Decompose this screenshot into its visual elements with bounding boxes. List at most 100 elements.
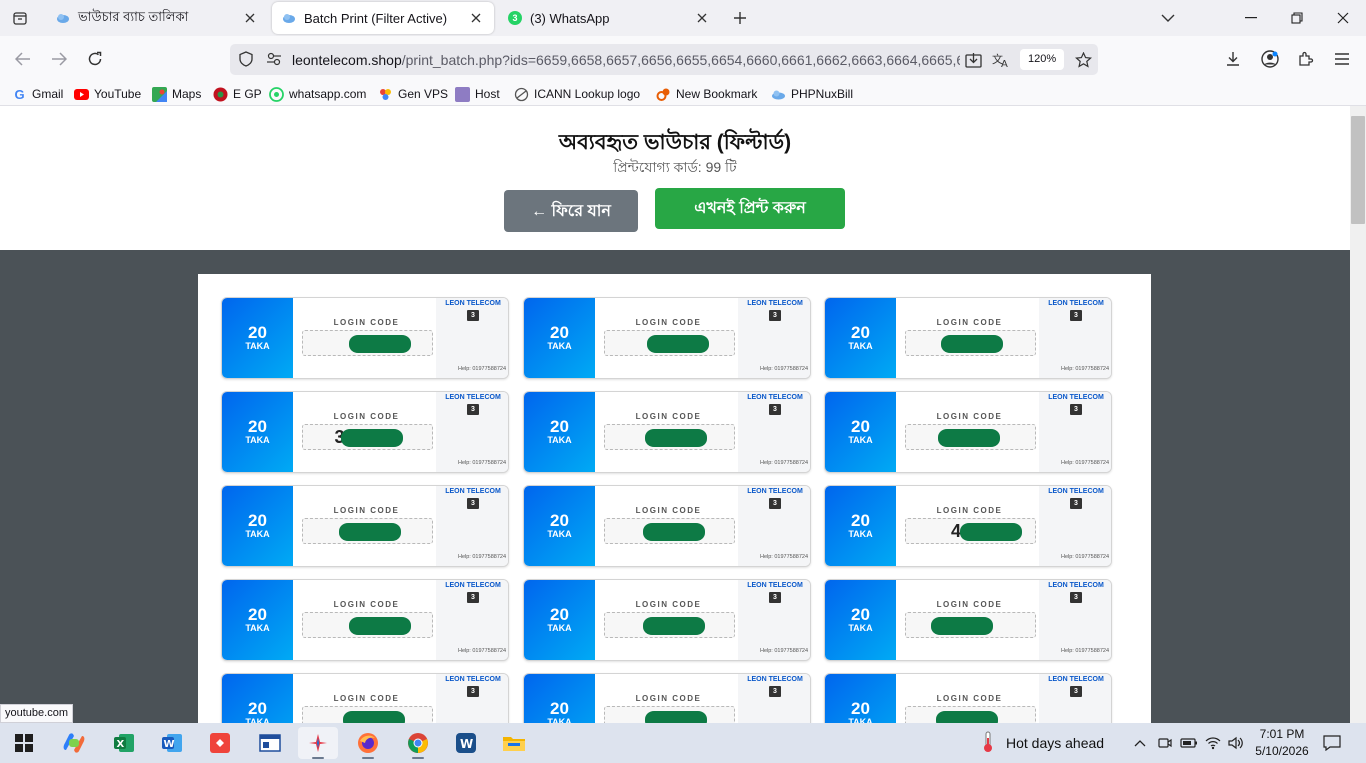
brand-name: LEON TELECOM (1048, 676, 1104, 683)
meet-now-icon[interactable] (1155, 732, 1175, 754)
scrollbar-thumb[interactable] (1351, 116, 1365, 224)
copilot-icon[interactable] (54, 727, 94, 759)
windows-start-icon[interactable] (4, 727, 44, 759)
close-icon[interactable] (468, 10, 484, 26)
bookmark-label: whatsapp.com (289, 87, 367, 101)
voucher-code-panel: LOGIN CODE 1 3 (595, 298, 738, 378)
help-line: Help: 01977588724 (1060, 648, 1109, 654)
voucher-badge: 3 (769, 592, 781, 603)
login-code-label: LOGIN CODE (333, 506, 400, 515)
tab-groups-icon[interactable] (8, 6, 32, 30)
firefox-icon[interactable] (348, 727, 388, 759)
bookmark-star-icon[interactable] (1072, 49, 1094, 71)
voucher-amount-panel: 20 TAKA (222, 580, 293, 660)
shield-icon[interactable] (238, 51, 254, 72)
back-button[interactable]: ← ফিরে যান (504, 190, 638, 232)
voucher-currency: TAKA (848, 435, 873, 445)
voucher-card: 20TAKA LOGIN CODE 1 5 LEON TELECOM 3 Help: 01… (523, 391, 811, 473)
app-tool-icon[interactable] (298, 727, 338, 759)
list-all-tabs-chevron-icon[interactable] (1156, 6, 1180, 30)
menu-hamburger-icon[interactable] (1329, 46, 1355, 72)
tab-whatsapp[interactable]: 3 (3) WhatsApp (498, 2, 720, 34)
notification-center-icon[interactable] (1322, 732, 1342, 754)
anydesk-icon[interactable] (200, 727, 240, 759)
winbox-icon[interactable]: W (446, 727, 486, 759)
voucher-code-panel: LOGIN CODE 875 (293, 580, 436, 660)
system-clock[interactable]: 7:01 PM 5/10/2026 (1250, 726, 1314, 760)
bookmark-phpnuxbill[interactable]: PHPNuxBill (771, 85, 853, 103)
tab-title: ভাউচার ব্যাচ তালিকা (78, 8, 189, 24)
bookmark-youtube[interactable]: YouTube (74, 85, 141, 103)
address-bar[interactable]: leontelecom.shop/print_batch.php?ids=665… (230, 44, 1098, 75)
zoom-level[interactable]: 120% (1020, 49, 1065, 70)
voucher-sheet: 20TAKALOGIN CODE78LEON TELECOM3Help: 019… (198, 274, 1151, 723)
voucher-code-panel: LOGIN CODE 6 (595, 674, 738, 723)
voucher-amount-panel: 20 TAKA (825, 392, 896, 472)
voucher-currency: TAKA (547, 341, 572, 351)
svg-text:A: A (1001, 59, 1008, 68)
bookmark-host[interactable]: Host (455, 85, 500, 103)
restore-icon[interactable] (1274, 0, 1320, 36)
bookmark-egp[interactable]: E GP (213, 85, 262, 103)
print-now-button[interactable]: এখনই প্রিন্ট করুন (655, 188, 845, 229)
voucher-brand-panel: LEON TELECOM 3 Help: 01977588724 (738, 392, 810, 472)
new-bookmark-icon (656, 87, 671, 102)
close-icon[interactable] (694, 10, 710, 26)
bookmark-maps[interactable]: Maps (152, 85, 201, 103)
svg-text:X: X (117, 739, 125, 750)
chrome-icon[interactable] (398, 727, 438, 759)
bookmark-icann[interactable]: ICANN Lookup logo (514, 85, 640, 103)
weather-widget[interactable]: Hot days ahead (982, 731, 1104, 755)
voucher-amount: 20 (248, 511, 267, 530)
weather-text: Hot days ahead (1006, 735, 1105, 751)
reload-icon[interactable] (82, 46, 108, 72)
translate-icon[interactable]: 文A (990, 49, 1012, 71)
word-icon[interactable]: W (152, 727, 192, 759)
login-code-label: LOGIN CODE (635, 600, 702, 609)
voucher-amount: 20 (851, 699, 870, 718)
install-page-icon[interactable] (962, 49, 984, 71)
thermometer-icon (982, 731, 994, 756)
close-icon[interactable] (242, 10, 258, 26)
voucher-code-panel: LOGIN CODE 376005 (293, 392, 436, 472)
login-code: 78 (302, 330, 433, 356)
login-code-label: LOGIN CODE (936, 600, 1003, 609)
close-window-icon[interactable] (1320, 0, 1366, 36)
file-explorer-window-icon[interactable] (250, 727, 290, 759)
minimize-icon[interactable] (1228, 0, 1274, 36)
login-code-label: LOGIN CODE (936, 318, 1003, 327)
folder-icon[interactable] (494, 727, 534, 759)
forward-arrow-icon[interactable] (46, 46, 72, 72)
new-tab-plus-icon[interactable] (728, 6, 752, 30)
tab-batch-print[interactable]: Batch Print (Filter Active) (272, 2, 494, 34)
login-code-label: LOGIN CODE (333, 694, 400, 703)
battery-icon[interactable] (1179, 732, 1199, 754)
url-text[interactable]: leontelecom.shop/print_batch.php?ids=665… (292, 52, 960, 68)
bookmark-gmail[interactable]: G Gmail (12, 85, 63, 103)
redaction-mark (349, 617, 411, 635)
tab-voucher-batch-list[interactable]: ভাউচার ব্যাচ তালিকা (46, 2, 268, 34)
page-header: অব্যবহৃত ভাউচার (ফিল্টার্ড) প্রিন্টযোগ্য… (0, 106, 1350, 250)
downloads-icon[interactable] (1220, 46, 1246, 72)
volume-icon[interactable] (1226, 732, 1246, 754)
login-code: 49 2 (905, 518, 1036, 544)
extensions-puzzle-icon[interactable] (1293, 46, 1319, 72)
account-avatar-icon[interactable] (1257, 46, 1283, 72)
site-permissions-icon[interactable] (266, 51, 282, 72)
brand-name: LEON TELECOM (1048, 394, 1104, 401)
excel-icon[interactable]: X (104, 727, 144, 759)
login-code: 6 (604, 706, 735, 723)
help-line: Help: 01977588724 (759, 648, 808, 654)
back-arrow-icon[interactable] (10, 46, 36, 72)
wifi-icon[interactable] (1203, 732, 1223, 754)
redaction-mark (960, 523, 1022, 541)
bookmark-whatsapp[interactable]: whatsapp.com (269, 85, 366, 103)
voucher-amount-panel: 20 TAKA (825, 298, 896, 378)
voucher-code-panel: LOGIN CODE b (896, 674, 1039, 723)
voucher-badge: 3 (1070, 310, 1082, 321)
bookmark-new[interactable]: New Bookmark (656, 85, 757, 103)
show-hidden-icons-chevron-icon[interactable] (1130, 732, 1150, 754)
login-code: 1 3 (604, 330, 735, 356)
voucher-brand-panel: LEON TELECOM 3 Help: 01977588724 (436, 580, 508, 660)
bookmark-gen-vps[interactable]: Gen VPS (378, 85, 448, 103)
